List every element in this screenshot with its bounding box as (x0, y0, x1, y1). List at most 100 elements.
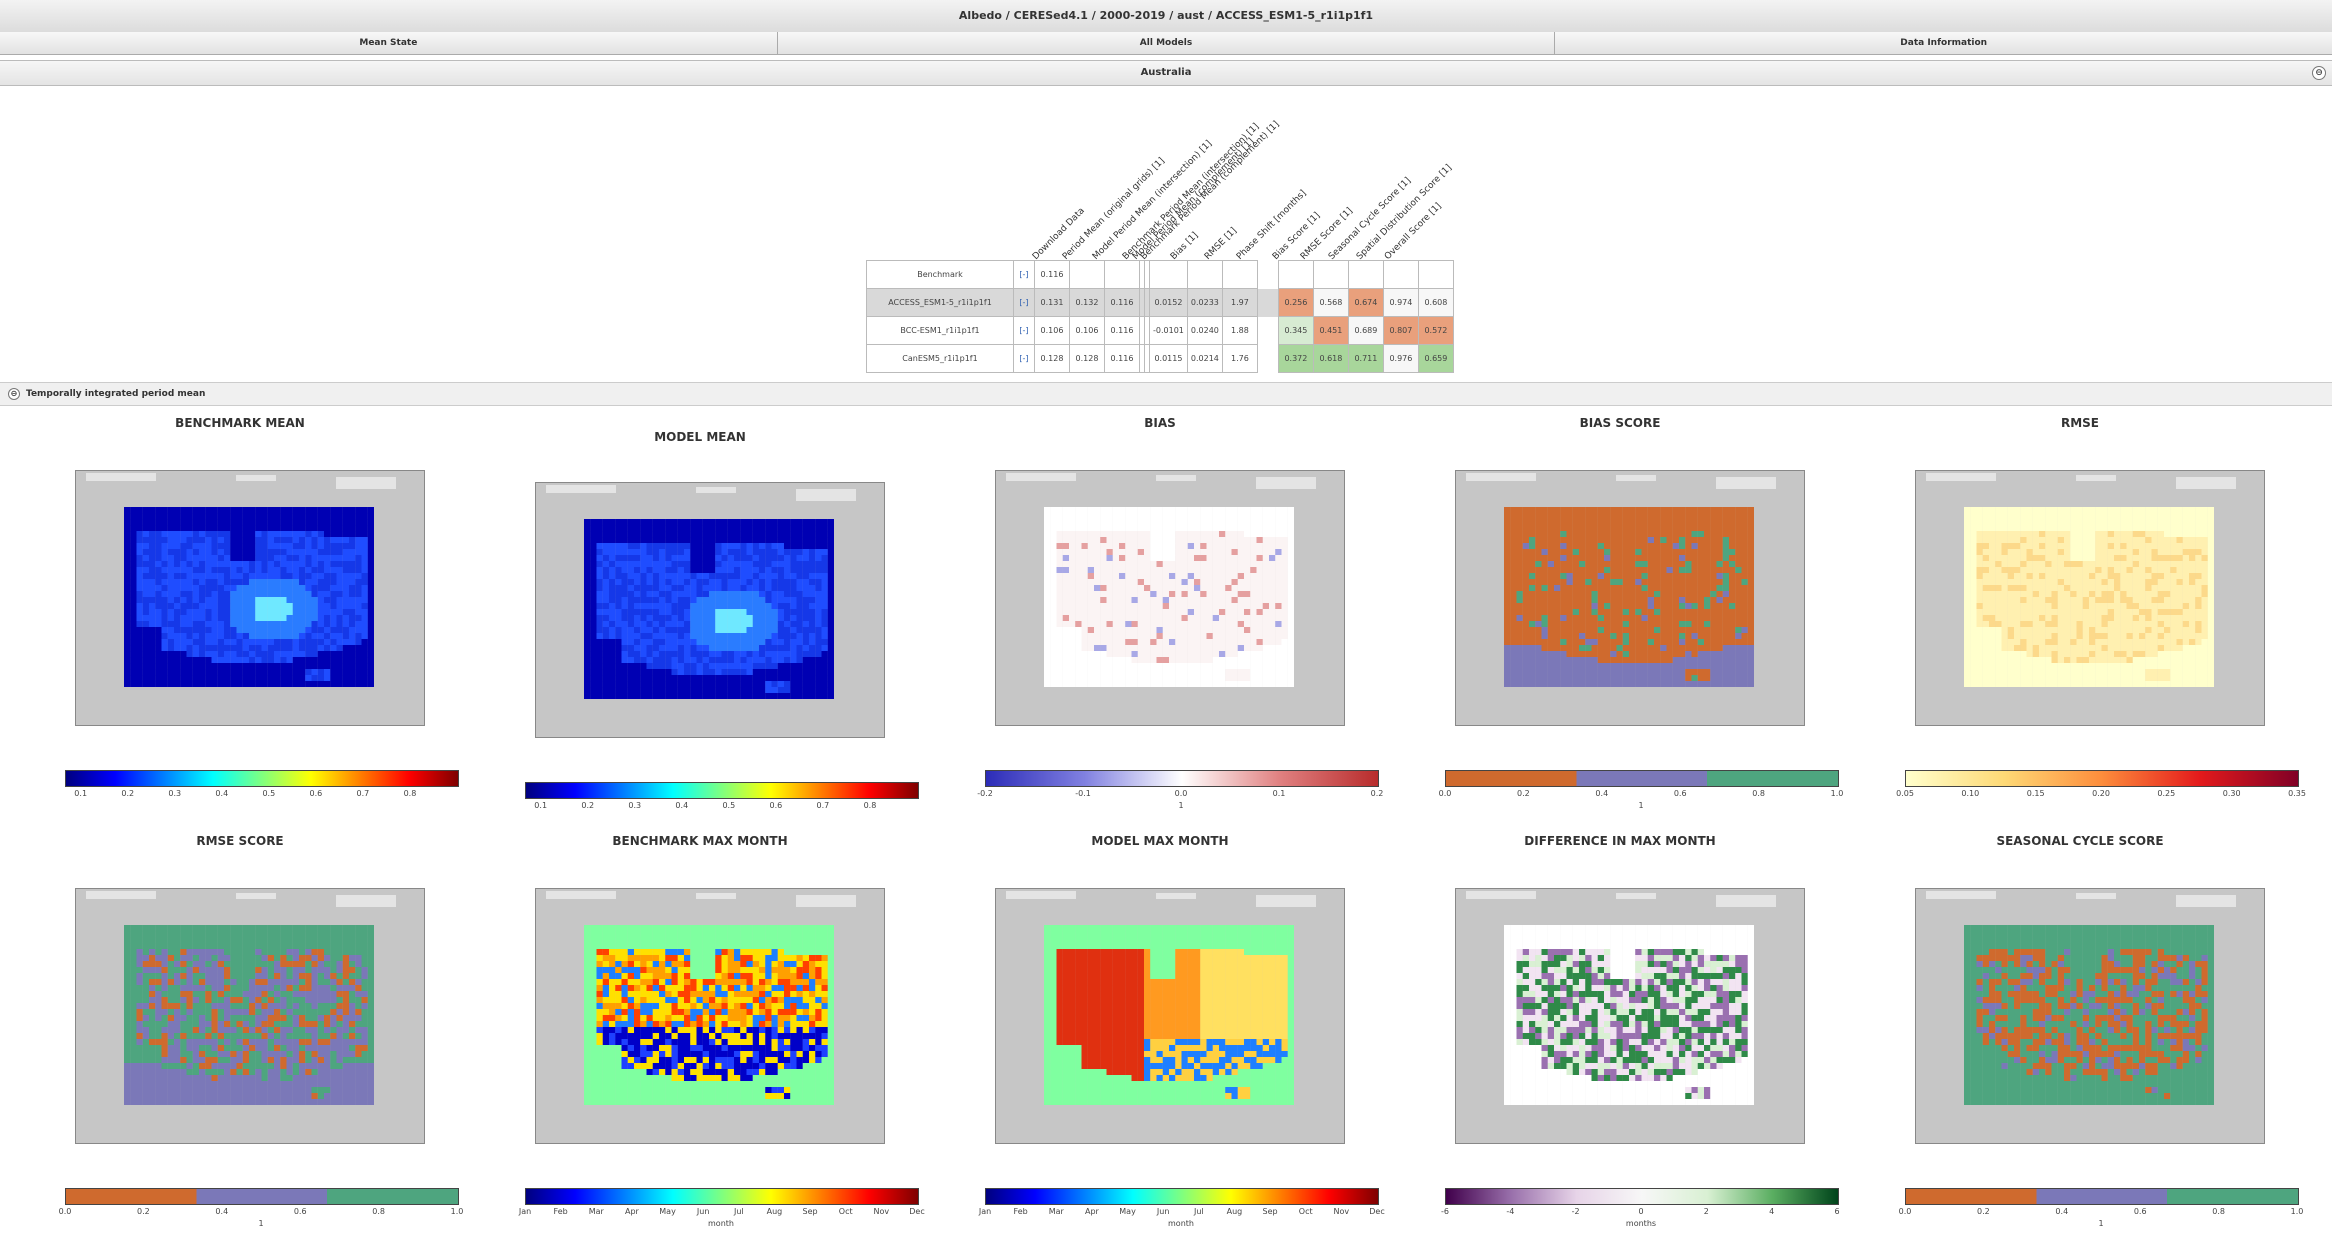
plot-panel: MODEL MAX MONTH Jan Feb Mar Apr May Jun Jul Aug S… (940, 828, 1385, 1228)
tick-label: 0.6 (309, 789, 323, 798)
tick-label: 0.2 (581, 801, 595, 810)
plot-title: RMSE (2060, 416, 2100, 430)
landmass (1926, 891, 1996, 899)
landmass (86, 891, 156, 899)
colorbar (1445, 1188, 1839, 1205)
landmass (336, 477, 396, 489)
tick-label: 0.6 (293, 1207, 307, 1216)
tick-label: Aug (766, 1207, 783, 1216)
plot-panel: BIAS SCORE 0.0 0.2 0.4 0.6 0.8 1.0 1 (1400, 410, 1844, 810)
download-link[interactable]: [-] (1013, 288, 1035, 317)
tick-label: Apr (624, 1207, 639, 1216)
colorbar-ticks: Jan Feb Mar Apr May Jun Jul Aug Sep Oct Nov Dec (519, 1207, 925, 1219)
colorbar-ticks: Jan Feb Mar Apr May Jun Jul Aug Sep Oct Nov Dec (979, 1207, 1385, 1219)
map-frame (75, 470, 425, 726)
tick-label: Mar (1048, 1207, 1064, 1216)
landmass (1616, 475, 1656, 481)
score-cell: 0.568 (1312, 288, 1349, 317)
tick-label: 0.15 (2026, 789, 2045, 798)
map-frame (1915, 888, 2265, 1144)
tick-label: 0.5 (722, 801, 736, 810)
landmass (1156, 893, 1196, 899)
download-link[interactable]: [-] (1013, 316, 1035, 345)
tab-mean-state[interactable]: Mean State (0, 32, 778, 54)
value-cell: 0.128 (1069, 344, 1105, 373)
landmass (2076, 475, 2116, 481)
colorbar-ticks: 0.0 0.2 0.4 0.6 0.8 1.0 (59, 1207, 464, 1219)
score-cell (1277, 260, 1314, 289)
score-cell: 0.976 (1382, 344, 1419, 373)
colorbar-ticks: 0.05 0.10 0.15 0.20 0.25 0.30 0.35 (1896, 789, 2306, 801)
colorbar-ticks: 0.1 0.2 0.3 0.4 0.5 0.6 0.7 0.8 (525, 801, 917, 813)
score-cell: 0.618 (1312, 344, 1349, 373)
score-cell (1347, 260, 1384, 289)
landmass (1156, 475, 1196, 481)
map-image (1964, 925, 2214, 1105)
tick-label: 0.4 (215, 789, 229, 798)
map-frame (995, 888, 1345, 1144)
tab-all-models[interactable]: All Models (777, 32, 1556, 54)
tick-label: 0.2 (1517, 789, 1530, 798)
plot-title: BIAS SCORE (1579, 416, 1661, 430)
map-image (1044, 507, 1294, 687)
section-header[interactable]: ⊖ Temporally integrated period mean (0, 382, 2332, 406)
tick-label: 0.8 (1752, 789, 1765, 798)
map-frame (1455, 470, 1805, 726)
table-row[interactable]: CanESM5_r1i1p1f1 [-] 0.128 0.128 0.116 0.0115… (866, 344, 1454, 373)
table-row[interactable]: Benchmark [-] 0.116 (866, 260, 1454, 289)
download-link[interactable]: [-] (1013, 344, 1035, 373)
scores-table: Download Data Period Mean (original grids… (866, 92, 1486, 376)
tick-label: Mar (588, 1207, 604, 1216)
tick-label: 0.8 (403, 789, 417, 798)
value-cell: -0.0101 (1149, 316, 1188, 345)
tick-label: 4 (1769, 1207, 1775, 1216)
table-row[interactable]: BCC-ESM1_r1i1p1f1 [-] 0.106 0.106 0.116 -0.01… (866, 316, 1454, 345)
map-image (1504, 925, 1754, 1105)
map-image (1504, 507, 1754, 687)
score-cell: 0.689 (1347, 316, 1384, 345)
tick-label: Dec (1369, 1207, 1385, 1216)
tick-label: Nov (873, 1207, 890, 1216)
plot-title: BENCHMARK MEAN (175, 416, 305, 430)
landmass (1466, 891, 1536, 899)
colorbar (525, 782, 919, 799)
tick-label: Dec (909, 1207, 925, 1216)
colorbar-ticks: 0.0 0.2 0.4 0.6 0.8 1.0 (1439, 789, 1844, 801)
column-header: Phase Shift [months] (1234, 188, 1309, 262)
landmass (1716, 477, 1776, 489)
download-link[interactable]: [-] (1013, 260, 1035, 289)
collapse-icon[interactable]: ⊖ (2312, 66, 2326, 80)
colorbar (525, 1188, 919, 1205)
tab-bar: Mean State All Models Data Information (0, 32, 2332, 55)
tick-label: 1.0 (1830, 789, 1844, 798)
map-image (1964, 507, 2214, 687)
score-cell (1417, 260, 1454, 289)
colorbar (1445, 770, 1839, 787)
collapse-icon[interactable]: ⊖ (8, 388, 20, 400)
tab-data-information[interactable]: Data Information (1555, 32, 2332, 54)
tick-label: Apr (1084, 1207, 1099, 1216)
landmass (796, 895, 856, 907)
landmass (696, 487, 736, 493)
score-cell: 0.372 (1277, 344, 1314, 373)
tick-label: 0.35 (2288, 789, 2306, 798)
region-header[interactable]: Australia ⊖ (0, 60, 2332, 86)
value-cell: 0.0214 (1186, 344, 1223, 373)
value-cell: 0.132 (1069, 288, 1105, 317)
tick-label: 1.0 (2290, 1207, 2304, 1216)
plot-title: BENCHMARK MAX MONTH (612, 834, 788, 848)
value-cell: 0.0152 (1149, 288, 1188, 317)
tick-label: 0.10 (1961, 789, 1980, 798)
landmass (796, 489, 856, 501)
region-label: Australia (1140, 67, 1192, 78)
tick-label: Oct (838, 1207, 853, 1216)
plot-panel: RMSE 0.05 0.10 0.15 0.20 0.25 0.30 0.35 (1860, 410, 2306, 810)
landmass (2076, 893, 2116, 899)
score-cell: 0.572 (1417, 316, 1454, 345)
tick-label: 0.7 (816, 801, 830, 810)
tick-label: May (1119, 1207, 1136, 1216)
column-gap (1257, 317, 1278, 345)
table-row[interactable]: ACCESS_ESM1-5_r1i1p1f1 [-] 0.131 0.132 0.116… (866, 288, 1454, 317)
landmass (1256, 477, 1316, 489)
value-cell: 0.128 (1034, 344, 1070, 373)
